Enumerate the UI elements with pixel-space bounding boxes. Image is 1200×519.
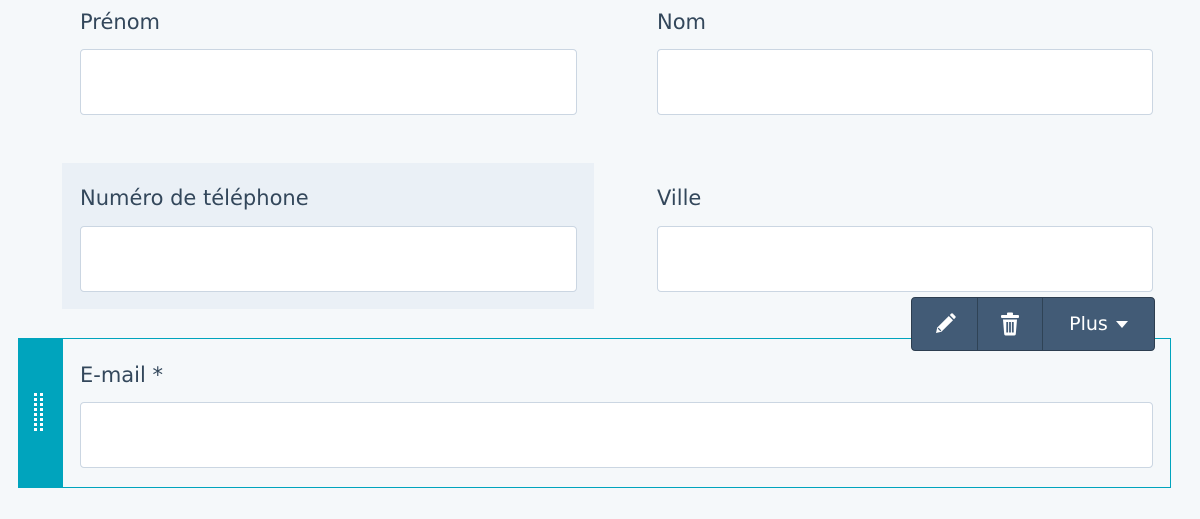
delete-button[interactable] xyxy=(978,298,1043,350)
ville-input[interactable] xyxy=(657,226,1153,292)
more-label: Plus xyxy=(1069,313,1108,335)
nom-input[interactable] xyxy=(657,49,1153,115)
prenom-label: Prénom xyxy=(80,10,161,34)
pencil-icon xyxy=(935,313,956,333)
form-editor: Prénom Nom Numéro de téléphone Ville E-m… xyxy=(0,0,1200,519)
prenom-input[interactable] xyxy=(80,49,577,115)
ville-label: Ville xyxy=(657,186,702,210)
grip-icon xyxy=(34,393,44,431)
field-toolbar: Plus xyxy=(911,297,1155,351)
nom-label: Nom xyxy=(657,10,707,34)
email-label: E-mail * xyxy=(80,363,164,387)
email-input[interactable] xyxy=(80,402,1153,468)
telephone-label: Numéro de téléphone xyxy=(80,186,309,210)
caret-down-icon xyxy=(1115,320,1128,328)
more-button[interactable]: Plus xyxy=(1043,298,1154,350)
edit-button[interactable] xyxy=(912,298,978,350)
telephone-input[interactable] xyxy=(80,226,577,292)
trash-icon xyxy=(1001,312,1019,336)
